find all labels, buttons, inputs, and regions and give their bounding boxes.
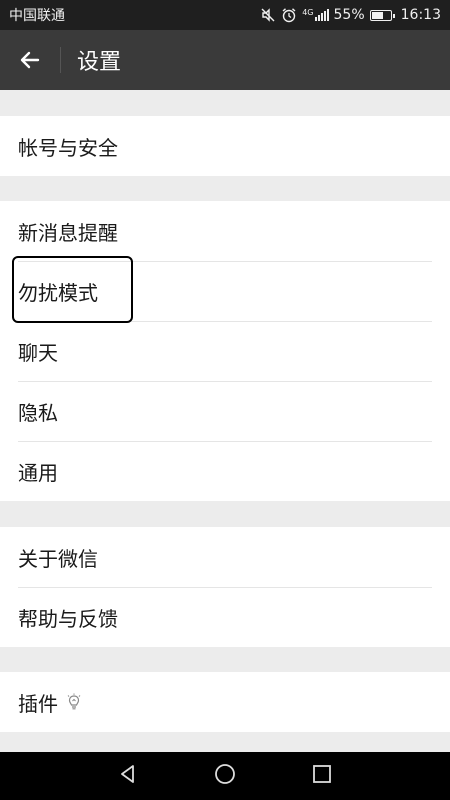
settings-group-plugins: 插件: [0, 672, 450, 732]
settings-item-chat[interactable]: 聊天: [0, 321, 450, 381]
carrier-label: 中国联通: [9, 8, 65, 24]
settings-group-account: 帐号与安全: [0, 116, 450, 176]
settings-item-account-security[interactable]: 帐号与安全: [0, 116, 450, 176]
page-title: 设置: [77, 50, 122, 75]
status-bar: 中国联通 4G 55% 16:13: [0, 0, 450, 30]
highlight-box: [12, 256, 133, 323]
settings-group-about: 关于微信 帮助与反馈: [0, 527, 450, 647]
recents-square-icon[interactable]: [311, 763, 333, 789]
settings-item-plugins[interactable]: 插件: [0, 672, 450, 732]
status-icons: 4G 55% 16:13: [260, 7, 441, 23]
settings-item-help-feedback[interactable]: 帮助与反馈: [0, 587, 450, 647]
battery-percent: 55%: [333, 7, 365, 23]
back-button[interactable]: [0, 30, 60, 90]
clock: 16:13: [400, 7, 441, 23]
battery-icon: [369, 9, 395, 21]
lte-signal-icon: 4G: [302, 9, 329, 21]
settings-item-label: 关于微信: [18, 546, 98, 571]
settings-item-general[interactable]: 通用: [0, 441, 450, 501]
settings-item-label: 帐号与安全: [18, 135, 118, 160]
alarm-icon: [281, 7, 297, 23]
plugin-bulb-icon: [66, 693, 82, 711]
system-nav-bar: [0, 752, 450, 800]
settings-item-label: 插件: [18, 691, 58, 716]
settings-item-new-message-notify[interactable]: 新消息提醒: [0, 201, 450, 261]
title-bar: 设置: [0, 30, 450, 90]
settings-item-privacy[interactable]: 隐私: [0, 381, 450, 441]
back-triangle-icon[interactable]: [117, 763, 139, 789]
settings-item-label: 帮助与反馈: [18, 606, 118, 631]
mute-icon: [260, 7, 276, 23]
settings-item-label: 隐私: [18, 400, 58, 425]
settings-group-main: 新消息提醒 勿扰模式 聊天 隐私 通用: [0, 201, 450, 501]
arrow-left-icon: [20, 51, 40, 69]
settings-item-label: 聊天: [18, 340, 58, 365]
title-divider: [60, 47, 61, 73]
settings-item-label: 新消息提醒: [18, 220, 118, 245]
settings-item-about-wechat[interactable]: 关于微信: [0, 527, 450, 587]
settings-item-label: 通用: [18, 460, 58, 485]
home-circle-icon[interactable]: [213, 762, 237, 790]
